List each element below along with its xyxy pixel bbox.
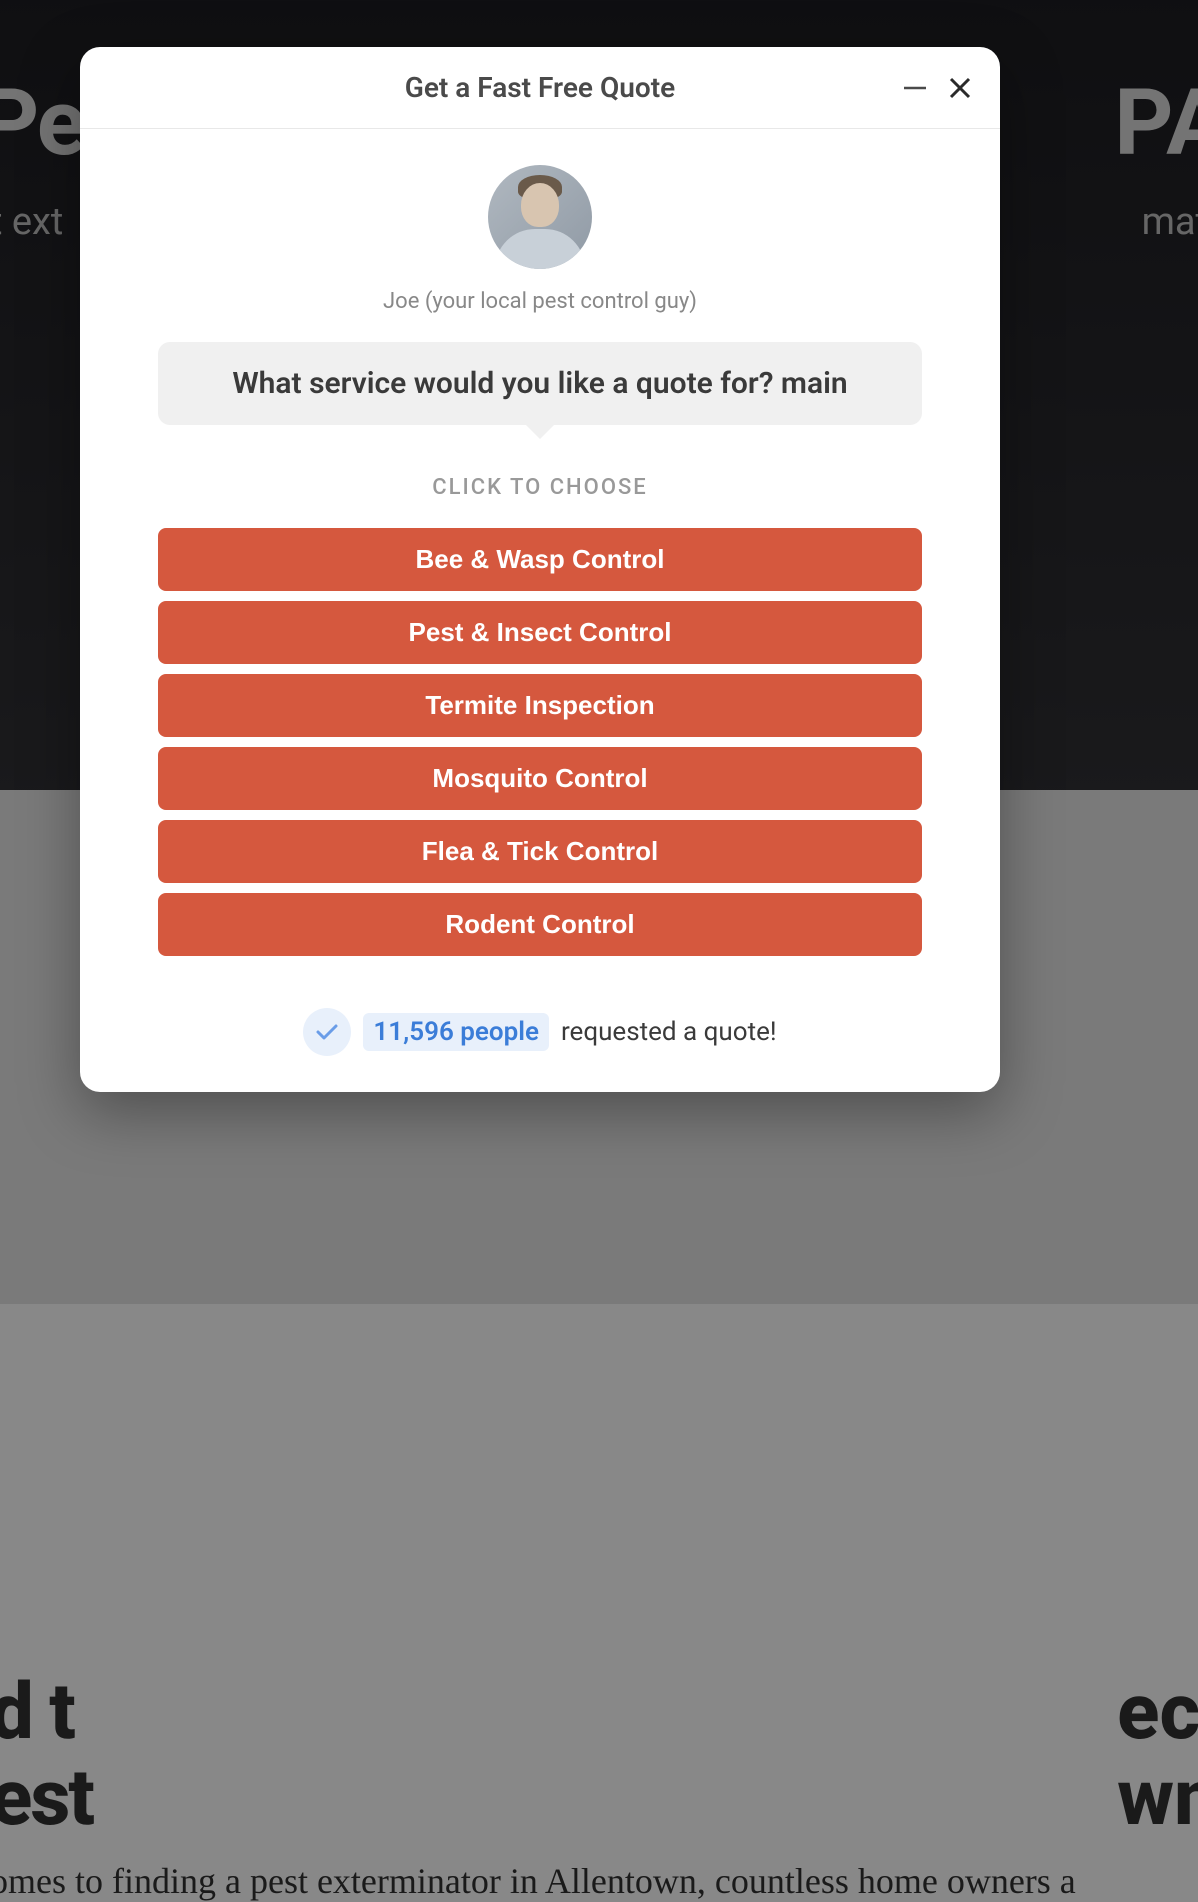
- close-icon: [948, 76, 972, 100]
- heading-frag-r1: ec: [1117, 1667, 1198, 1758]
- footer-suffix: requested a quote!: [561, 1017, 777, 1047]
- minimize-button[interactable]: [902, 75, 928, 101]
- minimize-icon: [902, 75, 928, 101]
- content-heading-fragment-left: d t est: [0, 1670, 93, 1842]
- question-bubble: What service would you like a quote for?…: [158, 342, 922, 425]
- modal-body: Joe (your local pest control guy) What s…: [80, 129, 1000, 980]
- modal-title: Get a Fast Free Quote: [405, 71, 675, 104]
- avatar-caption: Joe (your local pest control guy): [383, 289, 697, 314]
- avatar-head-shape: [521, 183, 559, 227]
- option-rodent[interactable]: Rodent Control: [158, 893, 922, 956]
- modal-footer: 11,596 people requested a quote!: [80, 980, 1000, 1092]
- heading-frag-r2: wn: [1117, 1753, 1198, 1844]
- check-badge: [303, 1008, 351, 1056]
- content-heading-fragment-right: ec wn: [1117, 1670, 1198, 1842]
- option-bee-wasp[interactable]: Bee & Wasp Control: [158, 528, 922, 591]
- content-paragraph-fragment: omes to finding a pest exterminator in A…: [0, 1860, 1198, 1902]
- question-text: What service would you like a quote for?…: [188, 366, 892, 401]
- avatar-body-shape: [495, 229, 585, 269]
- close-button[interactable]: [948, 76, 972, 100]
- option-mosquito[interactable]: Mosquito Control: [158, 747, 922, 810]
- quote-count: 11,596 people: [363, 1013, 549, 1051]
- heading-frag-2: est: [0, 1753, 93, 1844]
- modal-controls: [902, 75, 972, 101]
- heading-frag-1: d t: [0, 1667, 74, 1758]
- check-icon: [314, 1019, 340, 1045]
- option-pest-insect[interactable]: Pest & Insect Control: [158, 601, 922, 664]
- quote-modal: Get a Fast Free Quote Joe (your local pe…: [80, 47, 1000, 1092]
- avatar: [488, 165, 592, 269]
- option-flea-tick[interactable]: Flea & Tick Control: [158, 820, 922, 883]
- option-termite[interactable]: Termite Inspection: [158, 674, 922, 737]
- service-options: Bee & Wasp Control Pest & Insect Control…: [158, 528, 922, 956]
- choose-label: CLICK TO CHOOSE: [432, 475, 647, 500]
- modal-header: Get a Fast Free Quote: [80, 47, 1000, 129]
